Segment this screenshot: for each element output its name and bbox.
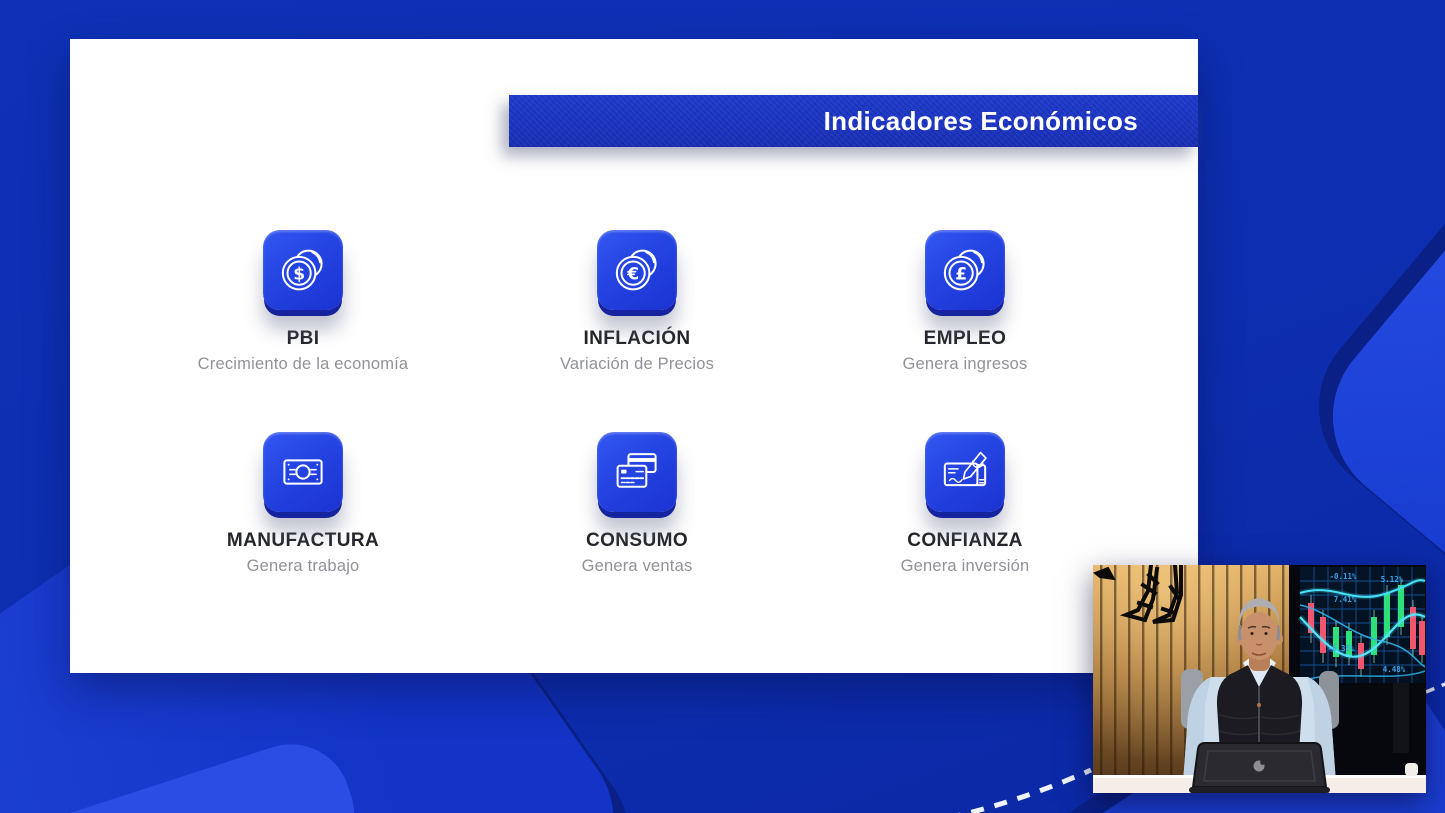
indicator-label: CONFIANZA [805,530,1125,552]
indicator-description: Crecimiento de la economía [143,355,463,374]
presenter-scene: -0.11% 5.12% 7.41% -6.35% 4.48% [1093,565,1426,793]
tile-manufactura [263,432,343,512]
indicator-description: Genera ingresos [805,355,1125,374]
indicator-label: INFLACIÓN [477,328,797,350]
dollar-coins-icon: $ [272,239,334,301]
euro-coins-icon: € [606,239,668,301]
indicator-label: PBI [143,328,463,350]
svg-text:5.12%: 5.12% [1381,575,1404,584]
laptop [1189,743,1330,793]
indicator-description: Variación de Precios [477,355,797,374]
indicator-description: Genera ventas [477,557,797,576]
indicator-label: MANUFACTURA [143,530,463,552]
svg-text:€: € [626,264,639,284]
slide-card: Indicadores Económicos $ PBI Crecimiento… [70,39,1198,673]
indicator-label: CONSUMO [477,530,797,552]
video-frame: Indicadores Económicos $ PBI Crecimiento… [0,0,1445,813]
tile-inflacion: € [597,230,677,310]
tile-consumo [597,432,677,512]
indicator-item-empleo: £ EMPLEO Genera ingresos [805,230,1125,374]
indicator-item-pbi: $ PBI Crecimiento de la economía [143,230,463,374]
indicator-item-inflacion: € INFLACIÓN Variación de Precios [477,230,797,374]
pound-coins-icon: £ [934,239,996,301]
tile-empleo: £ [925,230,1005,310]
indicator-description: Genera trabajo [143,557,463,576]
title-banner: Indicadores Económicos [509,95,1198,147]
cheque-pen-icon [934,441,996,503]
banknote-icon [272,441,334,503]
svg-text:£: £ [955,264,967,284]
credit-cards-icon [606,441,668,503]
svg-text:-6.35%: -6.35% [1327,644,1355,653]
svg-text:$: $ [293,264,305,284]
slide-title: Indicadores Económicos [824,106,1138,136]
indicator-item-manufactura: MANUFACTURA Genera trabajo [143,432,463,576]
svg-text:-0.11%: -0.11% [1329,572,1357,581]
indicator-description: Genera inversión [805,557,1125,576]
tile-confianza [925,432,1005,512]
indicator-item-consumo: CONSUMO Genera ventas [477,432,797,576]
tile-pbi: $ [263,230,343,310]
webcam-overlay: -0.11% 5.12% 7.41% -6.35% 4.48% [1093,565,1426,793]
indicator-item-confianza: CONFIANZA Genera inversión [805,432,1125,576]
svg-text:7.41%: 7.41% [1334,595,1357,604]
indicator-label: EMPLEO [805,328,1125,350]
svg-text:4.48%: 4.48% [1383,665,1406,674]
